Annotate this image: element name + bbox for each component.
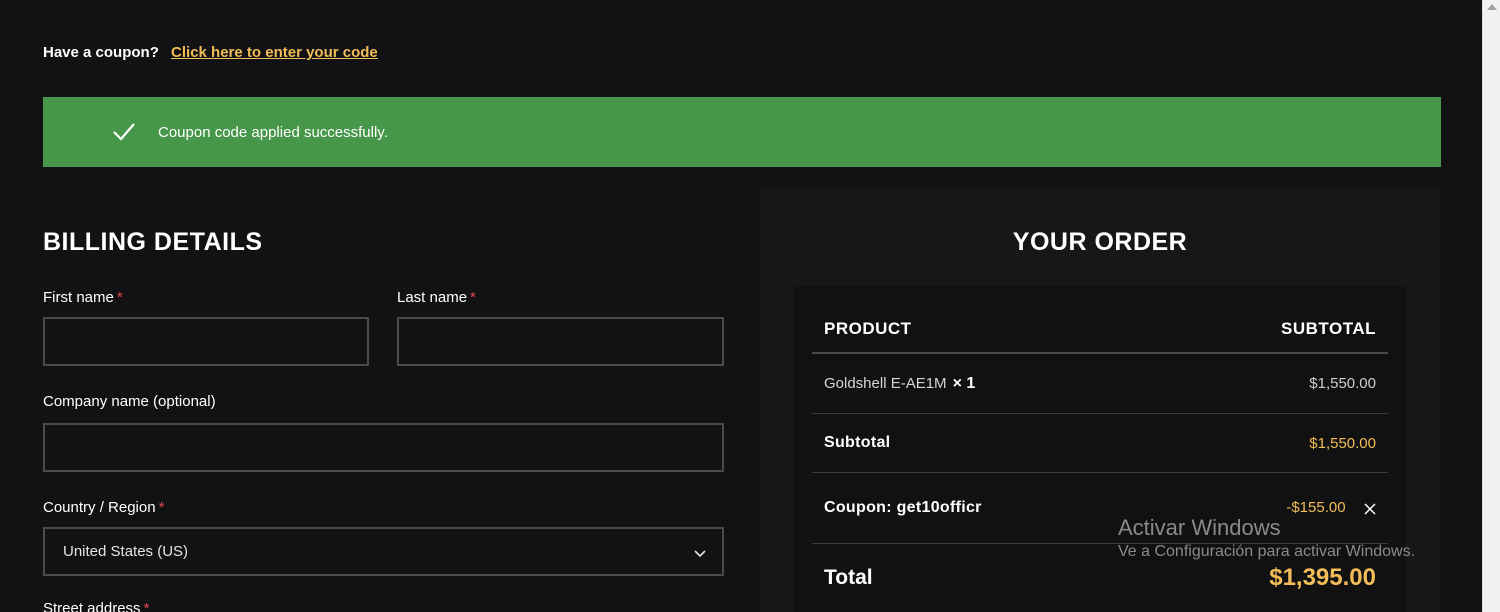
order-item-price: $1,550.00 (1309, 375, 1376, 392)
windows-activation-watermark: Activar Windows Ve a Configuración para … (1118, 515, 1415, 561)
billing-details-title: BILLING DETAILS (43, 228, 263, 256)
order-table-header: PRODUCT SUBTOTAL (812, 304, 1388, 354)
first-name-label-text: First name (43, 289, 114, 306)
coupon-label: Coupon: get10officr (824, 499, 982, 516)
subtotal-row: Subtotal $1,550.00 (812, 414, 1388, 472)
country-label-text: Country / Region (43, 499, 156, 516)
last-name-input[interactable] (397, 317, 724, 366)
company-name-input[interactable] (43, 423, 724, 472)
chevron-down-icon (694, 546, 706, 558)
required-marker: * (143, 600, 150, 612)
first-name-input[interactable] (43, 317, 369, 366)
required-marker: * (116, 289, 123, 306)
checkmark-icon (111, 121, 137, 143)
subtotal-label: Subtotal (824, 434, 891, 451)
order-table: PRODUCT SUBTOTAL Goldshell E-AE1M × 1 $1,… (795, 286, 1405, 612)
country-select[interactable]: United States (US) (43, 527, 724, 576)
required-marker: * (470, 289, 476, 306)
last-name-label: Last name * (397, 289, 476, 306)
coupon-success-notice: Coupon code applied successfully. (43, 97, 1441, 167)
subtotal-value: $1,550.00 (1309, 434, 1376, 452)
coupon-prompt: Have a coupon? Click here to enter your … (43, 44, 378, 61)
order-item-quantity: × 1 (952, 374, 976, 392)
product-column-header: PRODUCT (824, 319, 912, 338)
coupon-question: Have a coupon? (43, 44, 159, 61)
order-item-name: Goldshell E-AE1M (824, 374, 947, 392)
watermark-subtitle: Ve a Configuración para activar Windows. (1118, 543, 1416, 560)
street-address-label-text: Street address (43, 600, 141, 612)
required-marker: * (158, 499, 165, 516)
notice-message: Coupon code applied successfully. (158, 123, 388, 141)
checkout-page: Have a coupon? Click here to enter your … (0, 0, 1482, 612)
country-label: Country / Region * (43, 499, 164, 516)
remove-coupon-icon[interactable] (1364, 502, 1376, 515)
watermark-title: Activar Windows (1118, 515, 1281, 540)
enter-coupon-link[interactable]: Click here to enter your code (171, 44, 378, 61)
total-label: Total (824, 566, 873, 589)
order-item: Goldshell E-AE1M × 1 (824, 375, 975, 393)
street-address-label: Street address * (43, 600, 149, 612)
order-item-row: Goldshell E-AE1M × 1 $1,550.00 (812, 354, 1388, 413)
coupon-discount-value: -$155.00 (1286, 499, 1346, 516)
scroll-up-arrow-icon[interactable] (1487, 4, 1497, 10)
first-name-label: First name * (43, 289, 123, 306)
country-select-value: United States (US) (63, 543, 189, 560)
vertical-scrollbar[interactable] (1482, 0, 1500, 612)
your-order-title: YOUR ORDER (1012, 228, 1188, 256)
company-name-label: Company name (optional) (43, 393, 216, 410)
last-name-label-text: Last name (397, 289, 468, 306)
subtotal-column-header: SUBTOTAL (1281, 319, 1376, 338)
total-value: $1,395.00 (1269, 564, 1376, 591)
